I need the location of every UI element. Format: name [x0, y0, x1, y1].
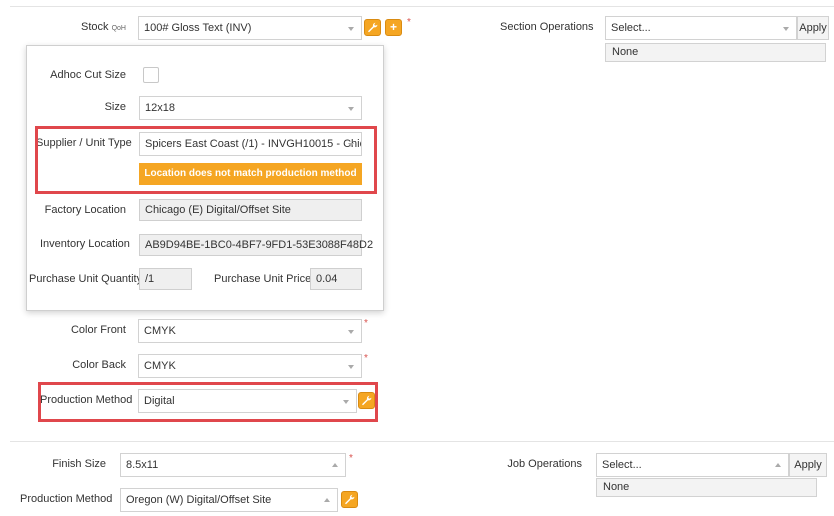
stock-add-button[interactable]: + [385, 19, 402, 36]
finish-size-select[interactable]: 8.5x11 [120, 453, 346, 477]
job-production-method-label: Production Method [20, 493, 113, 505]
color-back-required-marker: * [364, 353, 368, 364]
stock-value: 100# Gloss Text (INV) [144, 22, 252, 34]
adhoc-cut-size-label: Adhoc Cut Size [50, 69, 126, 81]
color-front-label: Color Front [70, 324, 126, 336]
chevron-down-icon [348, 365, 354, 369]
color-front-value: CMYK [144, 325, 176, 337]
qoh-label: QoH [111, 25, 126, 32]
wrench-icon [368, 22, 378, 33]
job-operations-label: Job Operations [507, 458, 582, 470]
size-label: Size [104, 101, 126, 113]
finish-size-label: Finish Size [52, 458, 106, 470]
adhoc-cut-size-checkbox[interactable] [143, 67, 159, 83]
purchase-unit-quantity-field: /1 [139, 268, 192, 290]
plus-icon: + [389, 20, 397, 34]
top-divider [10, 6, 834, 7]
purchase-unit-price-field: 0.04 [310, 268, 362, 290]
job-operations-placeholder: Select... [602, 459, 642, 471]
section-operations-label: Section Operations [500, 21, 594, 33]
factory-location-label: Factory Location [44, 204, 126, 216]
section-operations-list-item[interactable]: None [605, 43, 826, 62]
job-operations-select[interactable]: Select... [596, 453, 789, 477]
stock-label: Stock QoH [60, 21, 126, 33]
chevron-up-icon [775, 463, 781, 467]
job-operations-list-item[interactable]: None [596, 478, 817, 497]
chevron-down-icon [348, 107, 354, 111]
finish-size-value: 8.5x11 [126, 459, 159, 471]
job-production-method-wrench-button[interactable] [341, 491, 358, 508]
chevron-up-icon [332, 463, 338, 467]
inventory-location-field: AB9D94BE-1BC0-4BF7-9FD1-53E3088F48D2 [139, 234, 373, 256]
size-select[interactable]: 12x18 [139, 96, 362, 120]
section-operations-select[interactable]: Select... [605, 16, 797, 40]
stock-wrench-button[interactable] [364, 19, 381, 36]
chevron-down-icon [783, 27, 789, 31]
inventory-location-label: Inventory Location [40, 238, 130, 250]
job-production-method-select[interactable]: Oregon (W) Digital/Offset Site [120, 488, 338, 512]
chevron-down-icon [348, 27, 354, 31]
finish-size-required-marker: * [349, 453, 353, 464]
purchase-unit-quantity-label: Purchase Unit Quantity [29, 273, 143, 285]
production-method-highlight-box [38, 382, 378, 422]
section-operations-placeholder: Select... [611, 22, 651, 34]
supplier-highlight-box [35, 126, 377, 194]
color-front-required-marker: * [364, 318, 368, 329]
stock-label-text: Stock [81, 21, 109, 33]
color-front-select[interactable]: CMYK [138, 319, 362, 343]
color-back-value: CMYK [144, 360, 176, 372]
section-operations-apply-button[interactable]: Apply [797, 16, 829, 40]
chevron-down-icon [348, 330, 354, 334]
stock-required-marker: * [407, 17, 411, 28]
purchase-unit-price-label: Purchase Unit Price [214, 273, 312, 285]
size-value: 12x18 [145, 102, 175, 114]
job-production-method-value: Oregon (W) Digital/Offset Site [126, 494, 272, 506]
stock-select[interactable]: 100# Gloss Text (INV) [138, 16, 362, 40]
section-divider [10, 441, 834, 442]
chevron-up-icon [324, 498, 330, 502]
color-back-select[interactable]: CMYK [138, 354, 362, 378]
factory-location-field: Chicago (E) Digital/Offset Site [139, 199, 362, 221]
job-operations-apply-button[interactable]: Apply [789, 453, 827, 477]
wrench-icon [345, 494, 355, 505]
color-back-label: Color Back [72, 359, 126, 371]
